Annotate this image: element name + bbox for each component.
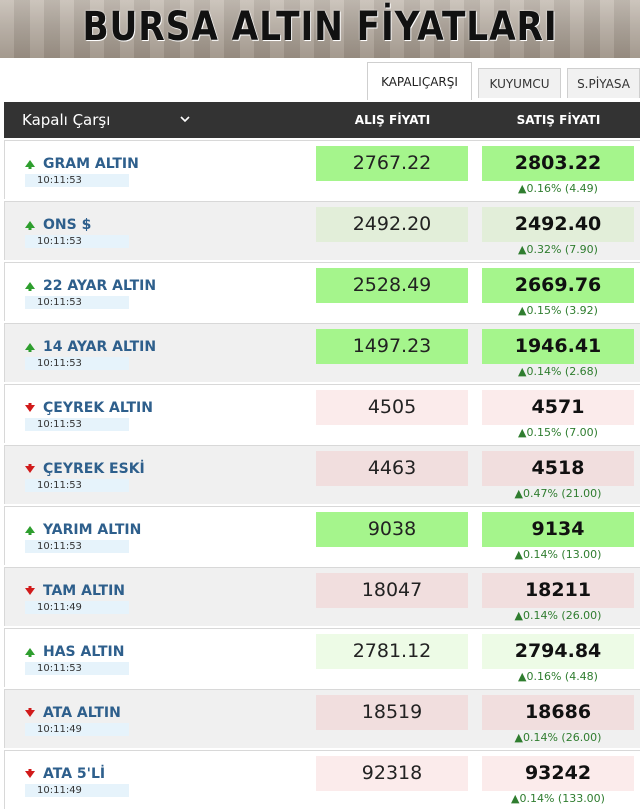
chevron-down-icon[interactable] — [180, 114, 190, 124]
asset-name[interactable]: TAM ALTIN — [43, 583, 125, 599]
sell-price: 18686 — [482, 695, 634, 730]
sell-price: 4571 — [482, 390, 634, 425]
buy-price: 92318 — [316, 756, 468, 791]
sell-price: 2669.76 — [482, 268, 634, 303]
sell-column-header: SATIŞ FİYATI — [516, 113, 601, 127]
table-row[interactable]: YARIM ALTIN 10:11:53 9038 9134 ▲0.14% (13.00… — [4, 506, 640, 565]
table-row[interactable]: ATA 5'Lİ 10:11:49 92318 93242 ▲0.14% (133.00… — [4, 750, 640, 809]
update-time: 10:11:53 — [25, 418, 129, 431]
sell-price: 2492.40 — [482, 207, 634, 242]
sell-price: 93242 — [482, 756, 634, 791]
update-time: 10:11:53 — [25, 540, 129, 553]
arrow-up-icon — [25, 343, 35, 352]
buy-price: 18519 — [316, 695, 468, 730]
update-time: 10:11:53 — [25, 174, 129, 187]
arrow-up-icon — [25, 282, 35, 291]
market-tabs: KAPALIÇARŞI KUYUMCU S.PİYASA — [0, 58, 640, 100]
arrow-down-icon — [25, 586, 35, 595]
asset-name[interactable]: ÇEYREK ESKİ — [43, 461, 145, 477]
change-text: ▲0.32% (7.90) — [518, 243, 598, 256]
update-time: 10:11:53 — [25, 479, 129, 492]
buy-price: 4463 — [316, 451, 468, 486]
sell-price: 9134 — [482, 512, 634, 547]
table-row[interactable]: TAM ALTIN 10:11:49 18047 18211 ▲0.14% (26.00… — [4, 567, 640, 626]
tab-kuyumcu[interactable]: KUYUMCU — [478, 68, 561, 98]
tab-kapalicarsi[interactable]: KAPALIÇARŞI — [367, 62, 472, 100]
table-row[interactable]: ÇEYREK ESKİ 10:11:53 4463 4518 ▲0.47% (21.00… — [4, 445, 640, 504]
update-time: 10:11:53 — [25, 235, 129, 248]
asset-name[interactable]: 22 AYAR ALTIN — [43, 278, 156, 294]
table-row[interactable]: HAS ALTIN 10:11:53 2781.12 2794.84 ▲0.16% (4… — [4, 628, 640, 687]
asset-name[interactable]: HAS ALTIN — [43, 644, 124, 660]
buy-price: 2767.22 — [316, 146, 468, 181]
update-time: 10:11:53 — [25, 662, 129, 675]
update-time: 10:11:53 — [25, 357, 129, 370]
table-header: Kapalı Çarşı ALIŞ FİYATI SATIŞ FİYATI — [4, 102, 640, 138]
asset-name[interactable]: ÇEYREK ALTIN — [43, 400, 153, 416]
update-time: 10:11:49 — [25, 784, 129, 797]
change-text: ▲0.15% (3.92) — [518, 304, 598, 317]
change-text: ▲0.16% (4.49) — [518, 182, 598, 195]
change-text: ▲0.14% (26.00) — [514, 609, 602, 622]
arrow-up-icon — [25, 526, 35, 535]
buy-price: 18047 — [316, 573, 468, 608]
table-row[interactable]: 14 AYAR ALTIN 10:11:53 1497.23 1946.41 ▲0.14… — [4, 323, 640, 382]
buy-column-header: ALIŞ FİYATI — [354, 113, 431, 127]
table-row[interactable]: 22 AYAR ALTIN 10:11:53 2528.49 2669.76 ▲0.15… — [4, 262, 640, 321]
change-text: ▲0.14% (133.00) — [511, 792, 605, 805]
table-row[interactable]: GRAM ALTIN 10:11:53 2767.22 2803.22 ▲0.16% (… — [4, 140, 640, 199]
arrow-up-icon — [25, 648, 35, 657]
sell-price: 4518 — [482, 451, 634, 486]
table-row[interactable]: ONS $ 10:11:53 2492.20 2492.40 ▲0.32% (7.90) — [4, 201, 640, 260]
asset-name[interactable]: ONS $ — [43, 217, 91, 233]
change-text: ▲0.14% (13.00) — [514, 548, 602, 561]
buy-price: 1497.23 — [316, 329, 468, 364]
arrow-down-icon — [25, 769, 35, 778]
change-text: ▲0.47% (21.00) — [514, 487, 602, 500]
market-selector-label[interactable]: Kapalı Çarşı — [22, 102, 110, 138]
banner-title: BURSA ALTIN FİYATLARI — [82, 4, 558, 50]
arrow-down-icon — [25, 464, 35, 473]
update-time: 10:11:49 — [25, 723, 129, 736]
table-row[interactable]: ÇEYREK ALTIN 10:11:53 4505 4571 ▲0.15% (7.00… — [4, 384, 640, 443]
buy-price: 2492.20 — [316, 207, 468, 242]
update-time: 10:11:49 — [25, 601, 129, 614]
asset-name[interactable]: ATA 5'Lİ — [43, 766, 105, 782]
update-time: 10:11:53 — [25, 296, 129, 309]
sell-price: 2803.22 — [482, 146, 634, 181]
asset-name[interactable]: ATA ALTIN — [43, 705, 121, 721]
sell-price: 18211 — [482, 573, 634, 608]
change-text: ▲0.15% (7.00) — [518, 426, 598, 439]
sell-price: 2794.84 — [482, 634, 634, 669]
asset-name[interactable]: 14 AYAR ALTIN — [43, 339, 156, 355]
asset-name[interactable]: YARIM ALTIN — [43, 522, 141, 538]
arrow-up-icon — [25, 160, 35, 169]
buy-price: 9038 — [316, 512, 468, 547]
banner: BURSA ALTIN FİYATLARI — [0, 0, 640, 58]
arrow-down-icon — [25, 708, 35, 717]
arrow-down-icon — [25, 403, 35, 412]
arrow-up-icon — [25, 221, 35, 230]
change-text: ▲0.16% (4.48) — [518, 670, 598, 683]
buy-price: 2781.12 — [316, 634, 468, 669]
price-table: GRAM ALTIN 10:11:53 2767.22 2803.22 ▲0.16% (… — [4, 140, 640, 811]
table-row[interactable]: ATA ALTIN 10:11:49 18519 18686 ▲0.14% (26.00… — [4, 689, 640, 748]
buy-price: 2528.49 — [316, 268, 468, 303]
asset-name[interactable]: GRAM ALTIN — [43, 156, 139, 172]
change-text: ▲0.14% (26.00) — [514, 731, 602, 744]
change-text: ▲0.14% (2.68) — [518, 365, 598, 378]
tab-spiyasa[interactable]: S.PİYASA — [567, 68, 640, 98]
sell-price: 1946.41 — [482, 329, 634, 364]
buy-price: 4505 — [316, 390, 468, 425]
